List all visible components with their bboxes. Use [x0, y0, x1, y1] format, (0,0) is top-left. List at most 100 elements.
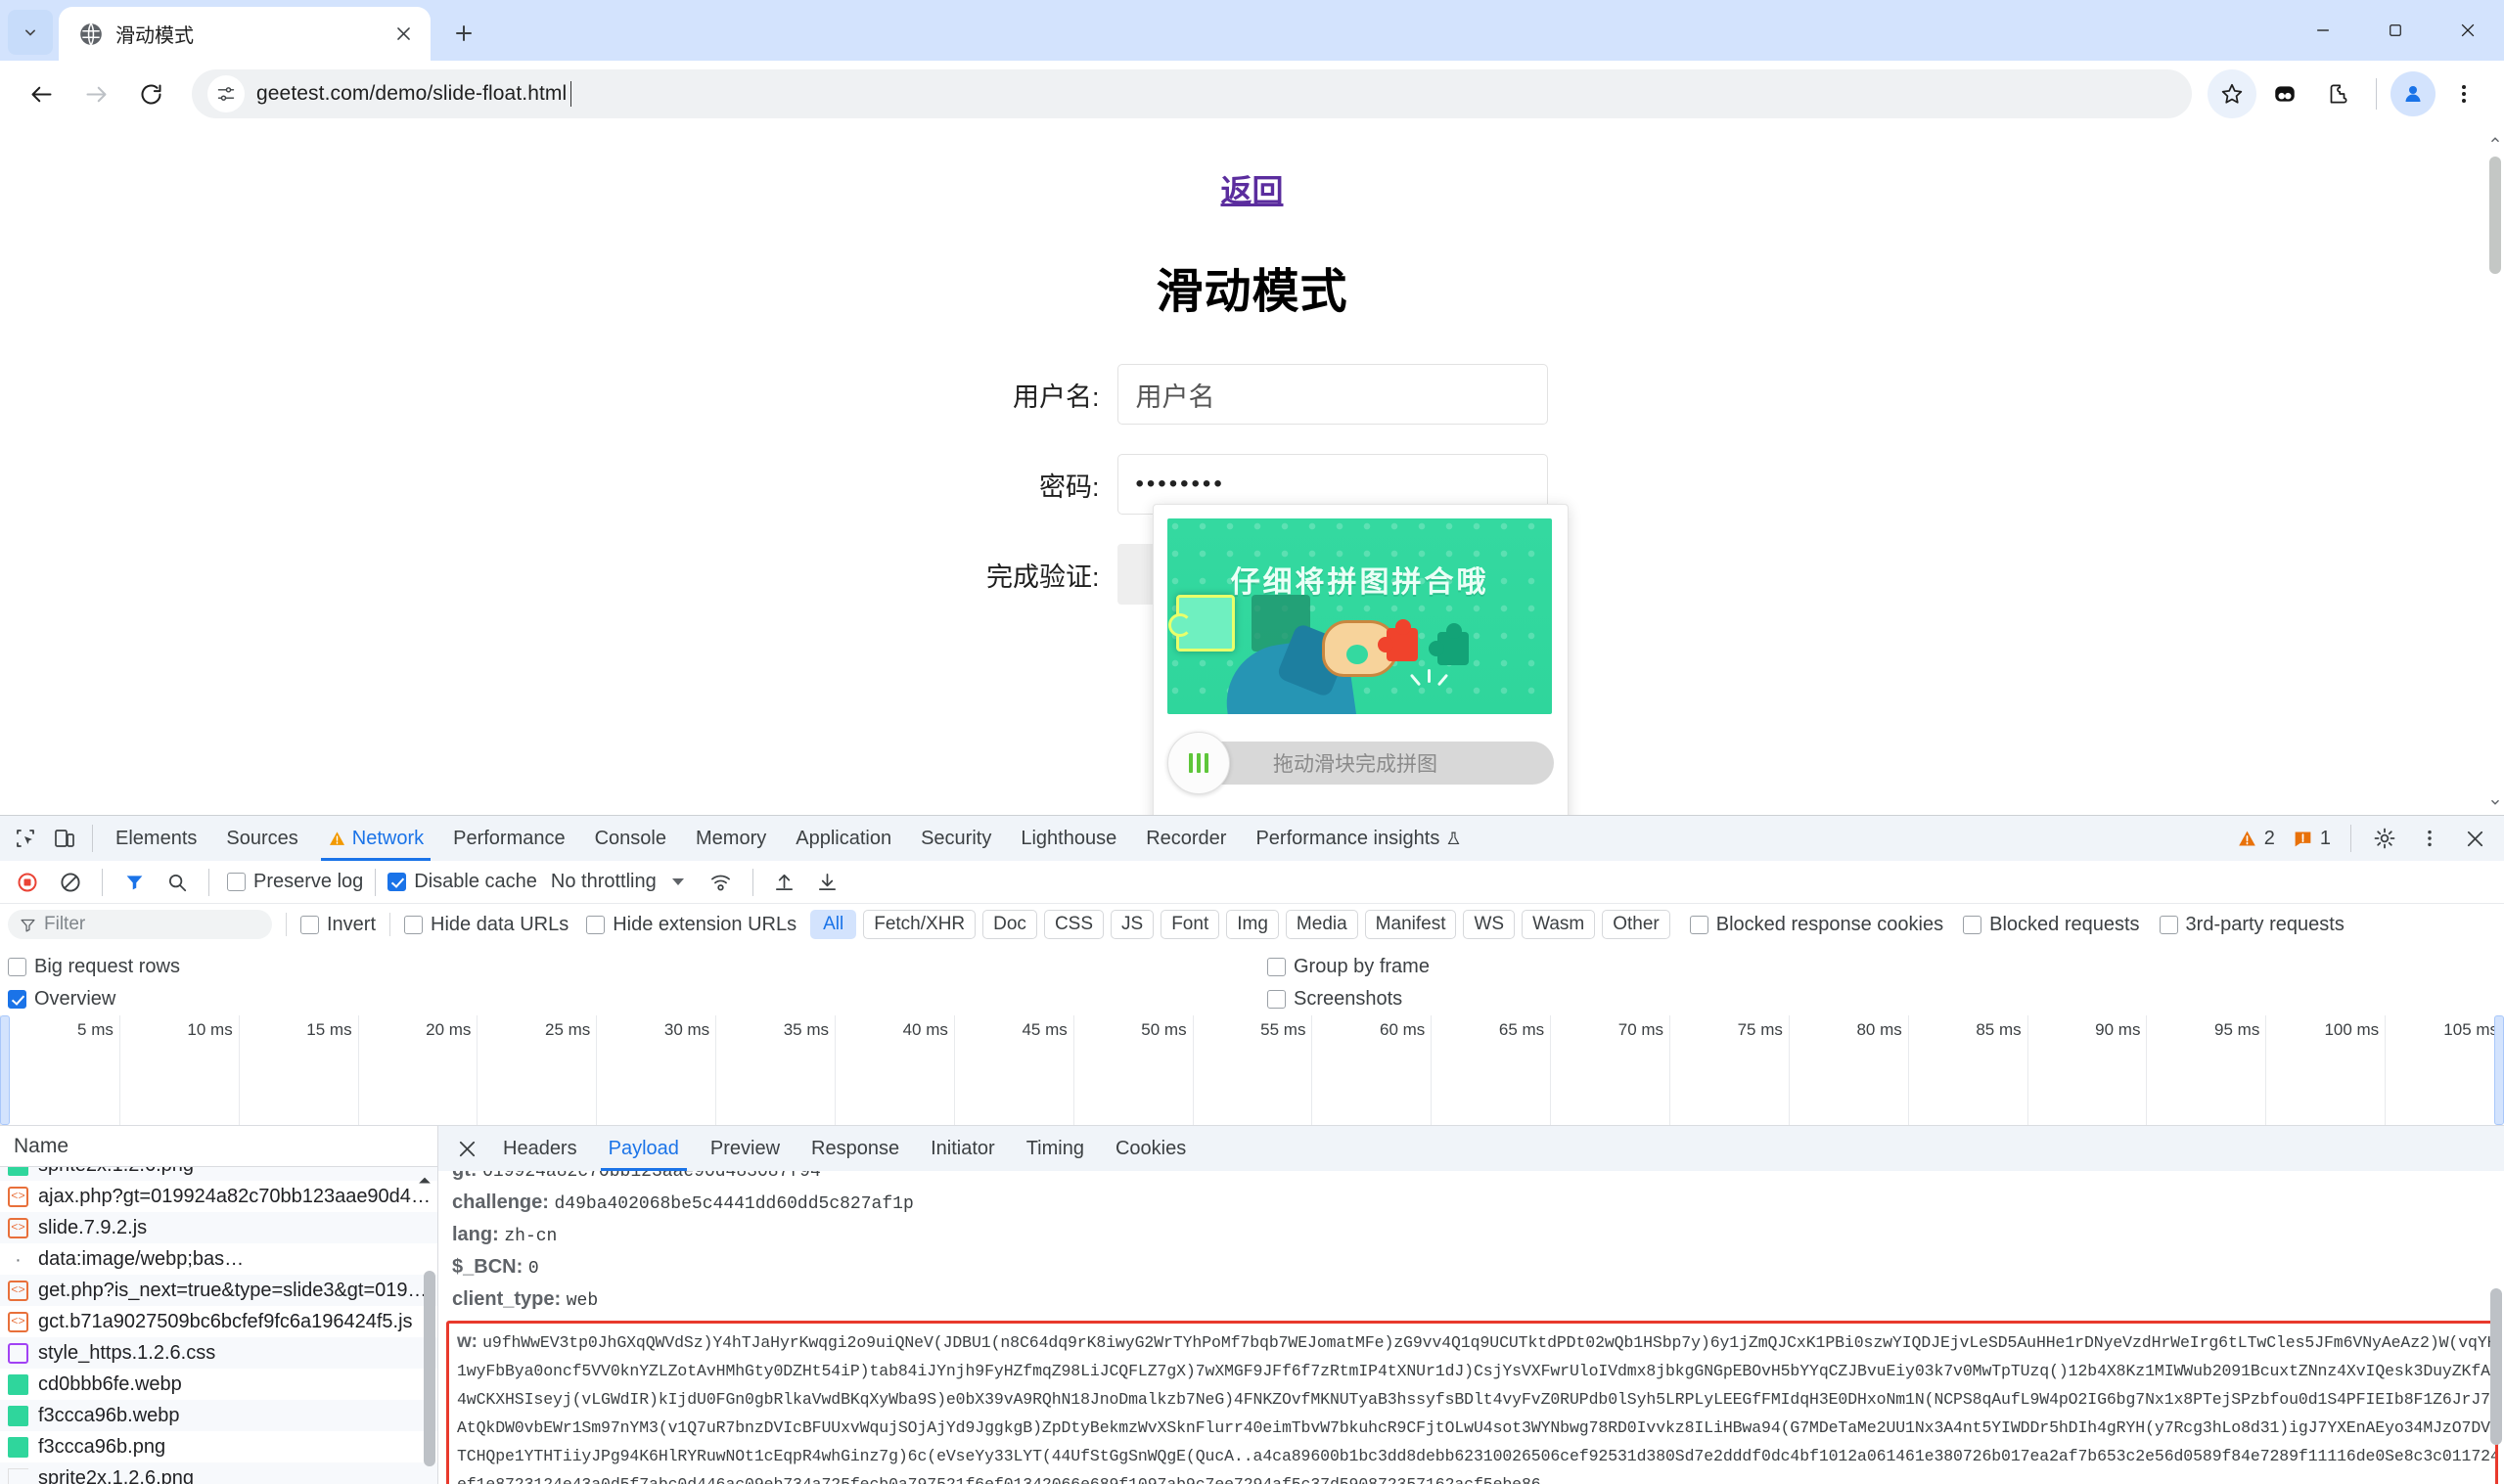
request-row[interactable]: sprite2x.1.2.6.png [0, 1462, 437, 1484]
tab-network[interactable]: Network [313, 816, 438, 861]
inspect-element-button[interactable] [6, 819, 45, 858]
tab-application[interactable]: Application [781, 816, 906, 861]
request-row[interactable]: <> ajax.php?gt=019924a82c70bb123aae90d48… [0, 1181, 437, 1212]
overview-checkbox[interactable]: Overview [8, 988, 115, 1011]
detail-tab-timing[interactable]: Timing [1011, 1126, 1100, 1171]
browser-tab[interactable]: 滑动模式 [59, 7, 431, 61]
back-link[interactable]: 返回 [1220, 166, 1283, 211]
invert-checkbox[interactable]: Invert [300, 914, 376, 936]
tab-elements[interactable]: Elements [101, 816, 211, 861]
request-list[interactable]: sprite2x.1.2.6.png <> ajax.php?gt=019924a8… [0, 1167, 437, 1484]
import-har-button[interactable] [765, 863, 804, 902]
bookmark-button[interactable] [2208, 69, 2256, 118]
detail-tab-preview[interactable]: Preview [695, 1126, 796, 1171]
request-row[interactable]: sprite2x.1.2.6.png [0, 1167, 437, 1181]
detail-tab-headers[interactable]: Headers [487, 1126, 593, 1171]
tab-search-button[interactable] [8, 10, 53, 55]
clear-button[interactable] [51, 863, 90, 902]
network-overview-timeline[interactable]: 5 ms 10 ms 15 ms 20 ms 25 ms 30 ms 35 ms 40 ms 4… [0, 1015, 2504, 1126]
panda-extension-button[interactable] [2260, 69, 2309, 118]
profile-button[interactable] [2390, 71, 2436, 116]
errors-badge[interactable]: 1 [2287, 828, 2337, 850]
username-input[interactable]: 用户名 [1116, 364, 1548, 425]
chrome-menu-button[interactable] [2439, 69, 2488, 118]
type-filter-img[interactable]: Img [1226, 910, 1279, 939]
detail-tab-response[interactable]: Response [796, 1126, 915, 1171]
request-row[interactable]: cd0bbb6fe.webp [0, 1369, 437, 1400]
type-filter-doc[interactable]: Doc [982, 910, 1037, 939]
throttling-select[interactable]: No throttling [551, 871, 657, 893]
type-filter-wasm[interactable]: Wasm [1522, 910, 1596, 939]
request-list-header[interactable]: Name [0, 1126, 437, 1167]
scroll-down-icon[interactable] [2488, 795, 2502, 809]
filter-input[interactable]: Filter [8, 910, 272, 939]
detail-close-button[interactable] [446, 1126, 487, 1171]
tab-memory[interactable]: Memory [681, 816, 781, 861]
payload-scrollbar-thumb[interactable] [2490, 1288, 2502, 1445]
type-filter-fetch-xhr[interactable]: Fetch/XHR [863, 910, 977, 939]
request-row[interactable]: f3ccca96b.webp [0, 1400, 437, 1431]
type-filter-media[interactable]: Media [1285, 910, 1358, 939]
network-conditions-button[interactable] [702, 863, 741, 902]
devtools-more-button[interactable] [2410, 819, 2449, 858]
tab-lighthouse[interactable]: Lighthouse [1006, 816, 1131, 861]
disable-cache-checkbox[interactable]: Disable cache [387, 871, 537, 893]
scroll-up-icon[interactable] [2488, 133, 2502, 147]
request-row[interactable]: · data:image/webp;bas… [0, 1243, 437, 1275]
search-button[interactable] [158, 863, 197, 902]
tab-security[interactable]: Security [906, 816, 1006, 861]
address-bar[interactable]: geetest.com/demo/slide-float.html [192, 69, 2192, 118]
type-filter-all[interactable]: All [810, 910, 857, 939]
back-button[interactable] [16, 68, 67, 119]
devtools-close-button[interactable] [2455, 819, 2494, 858]
type-filter-ws[interactable]: WS [1463, 910, 1516, 939]
tab-close-button[interactable] [389, 21, 417, 48]
type-filter-font[interactable]: Font [1161, 910, 1220, 939]
scrollbar-thumb[interactable] [2489, 157, 2501, 274]
hide-data-urls-checkbox[interactable]: Hide data URLs [404, 914, 569, 936]
devtools-settings-button[interactable] [2365, 819, 2404, 858]
reload-button[interactable] [125, 68, 176, 119]
warnings-badge[interactable]: 2 [2231, 828, 2281, 850]
blocked-requests-checkbox[interactable]: Blocked requests [1963, 914, 2140, 936]
captcha-slider[interactable]: 拖动滑块完成拼图 [1167, 732, 1554, 794]
device-toolbar-button[interactable] [45, 819, 84, 858]
overview-right-handle[interactable] [2494, 1015, 2504, 1125]
blocked-response-cookies-checkbox[interactable]: Blocked response cookies [1689, 914, 1943, 936]
forward-button[interactable] [70, 68, 121, 119]
page-scrollbar[interactable] [2486, 127, 2504, 815]
tab-performance-insights[interactable]: Performance insights [1241, 816, 1477, 861]
tab-console[interactable]: Console [580, 816, 681, 861]
request-list-scrollbar-thumb[interactable] [424, 1271, 435, 1466]
scroll-up-icon[interactable] [415, 1171, 434, 1191]
tab-performance[interactable]: Performance [438, 816, 580, 861]
window-close-button[interactable] [2432, 0, 2504, 61]
window-minimize-button[interactable] [2287, 0, 2359, 61]
type-filter-other[interactable]: Other [1602, 910, 1670, 939]
tab-sources[interactable]: Sources [211, 816, 312, 861]
slider-track[interactable]: 拖动滑块完成拼图 [1197, 742, 1554, 785]
type-filter-manifest[interactable]: Manifest [1364, 910, 1457, 939]
third-party-requests-checkbox[interactable]: 3rd-party requests [2159, 914, 2345, 936]
request-row[interactable]: style_https.1.2.6.css [0, 1337, 437, 1369]
detail-tab-payload[interactable]: Payload [593, 1126, 695, 1171]
site-info-button[interactable] [207, 75, 245, 112]
detail-tab-cookies[interactable]: Cookies [1100, 1126, 1202, 1171]
group-by-frame-checkbox[interactable]: Group by frame [1267, 956, 1430, 978]
overview-left-handle[interactable] [0, 1015, 10, 1125]
new-tab-button[interactable] [440, 10, 487, 57]
big-request-rows-checkbox[interactable]: Big request rows [8, 956, 180, 978]
type-filter-css[interactable]: CSS [1043, 910, 1105, 939]
type-filter-js[interactable]: JS [1111, 910, 1155, 939]
slider-knob[interactable] [1167, 732, 1230, 794]
preserve-log-checkbox[interactable]: Preserve log [227, 871, 363, 893]
screenshots-checkbox[interactable]: Screenshots [1267, 988, 1402, 1011]
payload-content[interactable]: gt: 019924a82c70bb123aae90d483087f94chal… [438, 1171, 2504, 1484]
request-row[interactable]: f3ccca96b.png [0, 1431, 437, 1462]
hide-extension-urls-checkbox[interactable]: Hide extension URLs [586, 914, 797, 936]
export-har-button[interactable] [808, 863, 847, 902]
request-row[interactable]: <> gct.b71a9027509bc6bcfef9fc6a196424f5.j… [0, 1306, 437, 1337]
chevron-down-icon[interactable] [671, 878, 684, 885]
record-button[interactable] [8, 863, 47, 902]
extensions-button[interactable] [2313, 69, 2362, 118]
